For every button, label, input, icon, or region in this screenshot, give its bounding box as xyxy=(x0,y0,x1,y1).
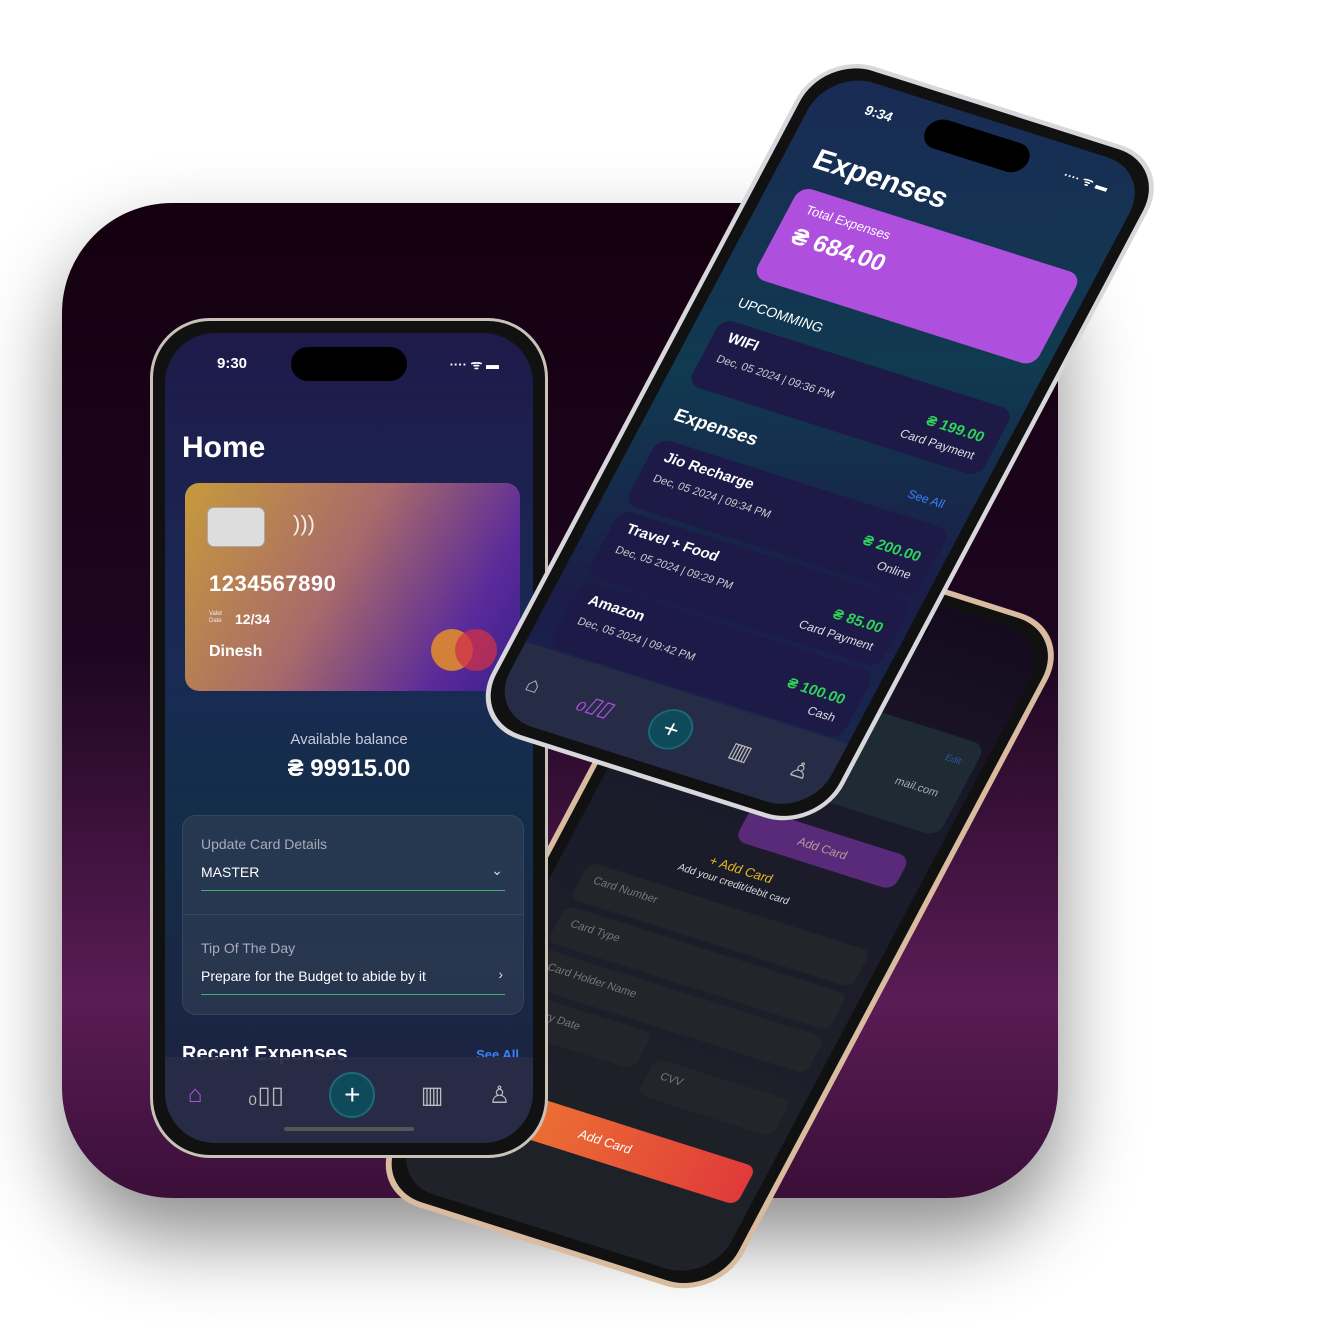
edit-link[interactable]: Edit xyxy=(943,753,963,767)
expenses-icon[interactable]: ₀▯▯ xyxy=(573,688,618,722)
balance-value: ₴ 99915.00 xyxy=(287,755,411,782)
status-time: 9:34 xyxy=(861,102,896,126)
add-icon[interactable]: + xyxy=(640,703,702,755)
card-holder: Dinesh xyxy=(209,643,263,660)
home-indicator xyxy=(284,1127,414,1131)
profile-icon[interactable]: ♙ xyxy=(489,1081,511,1110)
expenses-section-title: Expenses xyxy=(670,405,763,450)
stats-icon[interactable]: ▥ xyxy=(421,1081,444,1110)
settings-panel: Update Card Details MASTER ⌄ Tip Of The … xyxy=(182,815,524,1015)
item-date: Dec, 05 2024 | 09:36 PM xyxy=(714,352,838,402)
valid-date: 12/34 xyxy=(235,611,271,627)
update-card-label: Update Card Details xyxy=(201,836,328,852)
tip-label: Tip Of The Day xyxy=(201,940,296,956)
total-expenses-card: Total Expenses ₴ 684.00 xyxy=(752,185,1083,367)
underline xyxy=(201,994,505,995)
available-balance-label: Available balance xyxy=(290,731,408,748)
page-title: Home xyxy=(182,431,266,464)
status-time: 9:30 xyxy=(217,355,248,372)
item-amount: ₴ 100.00 xyxy=(784,675,848,708)
chip-icon xyxy=(207,507,265,547)
see-all-link[interactable]: See All xyxy=(905,487,947,511)
stats-icon[interactable]: ▥ xyxy=(724,736,757,766)
home-icon[interactable]: ⌂ xyxy=(521,672,546,699)
home-screen: 9:30 ···· ᯤ ▬ Home ))) 1234567890 Valid … xyxy=(165,333,533,1143)
item-amount: ₴ 200.00 xyxy=(859,532,924,565)
underline xyxy=(201,890,505,891)
card-type-select[interactable]: MASTER xyxy=(201,864,259,880)
valid-label: Valid Date xyxy=(209,611,222,624)
add-icon[interactable]: + xyxy=(329,1072,376,1118)
chevron-down-icon[interactable]: ⌄ xyxy=(491,862,503,879)
status-icons: ···· ᯤ ▬ xyxy=(1060,167,1112,195)
card-number: 1234567890 xyxy=(209,571,337,596)
mastercard-logo-circle xyxy=(455,629,497,671)
home-icon[interactable]: ⌂ xyxy=(188,1081,203,1109)
dynamic-island xyxy=(291,347,407,381)
chevron-right-icon[interactable]: › xyxy=(498,966,503,982)
email-text: mail.com xyxy=(892,774,942,800)
item-name: WIFI xyxy=(724,330,762,355)
divider xyxy=(183,914,523,915)
contactless-icon: ))) xyxy=(293,511,315,536)
cvv-input[interactable]: CVV xyxy=(636,1057,792,1138)
profile-icon[interactable]: ♙ xyxy=(784,755,816,785)
bank-card[interactable]: ))) 1234567890 Valid Date 12/34 Dinesh xyxy=(185,483,520,691)
home-phone: 9:30 ···· ᯤ ▬ Home ))) 1234567890 Valid … xyxy=(150,318,548,1158)
tip-text[interactable]: Prepare for the Budget to abide by it xyxy=(201,968,426,984)
dynamic-island xyxy=(918,115,1036,177)
expenses-icon[interactable]: ₀▯▯ xyxy=(248,1081,284,1110)
status-icons: ···· ᯤ ▬ xyxy=(449,357,499,372)
